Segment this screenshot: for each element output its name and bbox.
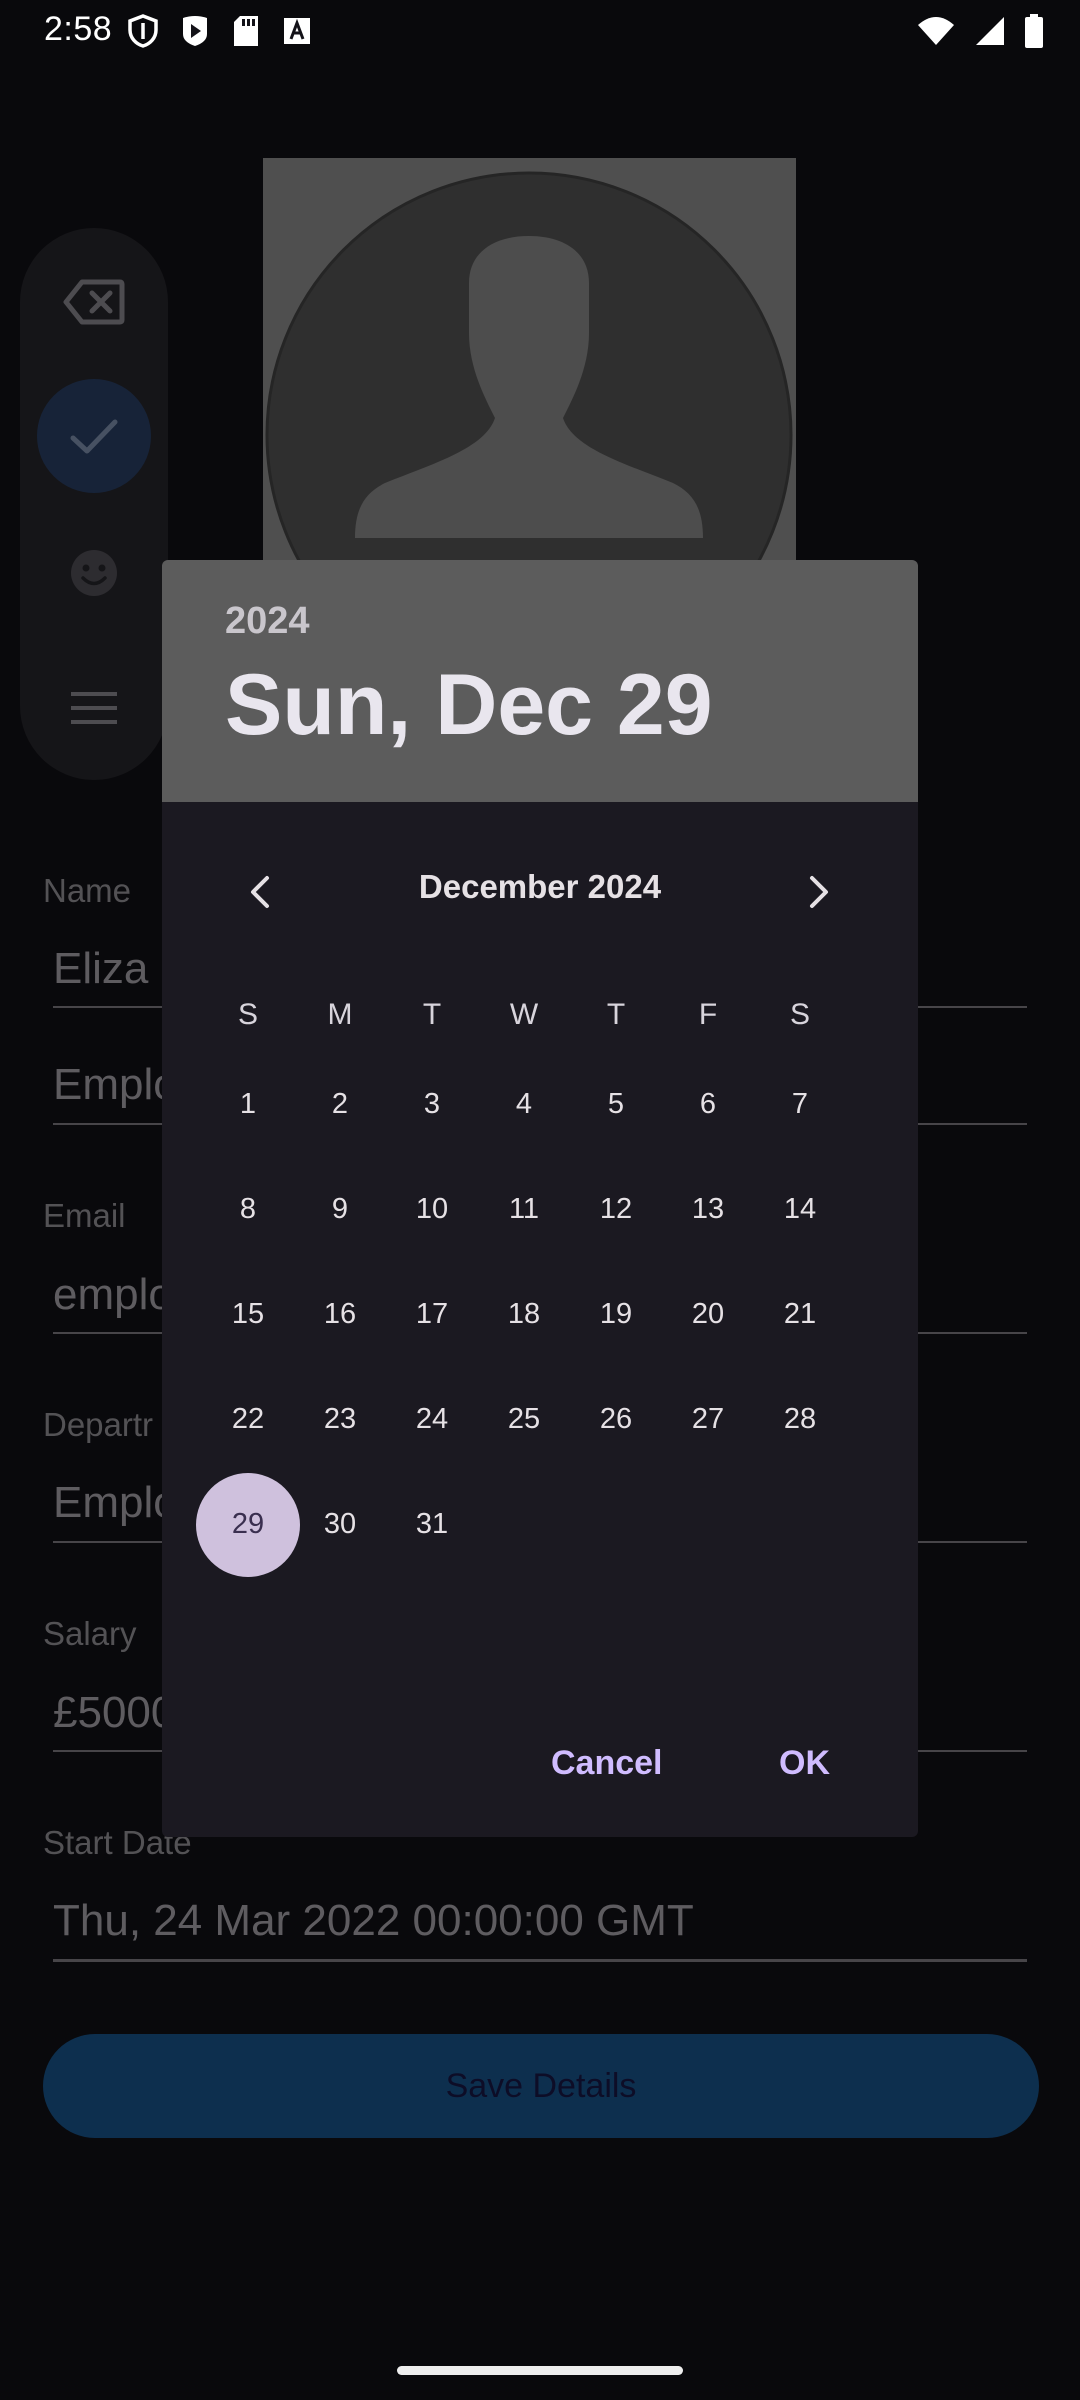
weekday-label: F (698, 998, 718, 1031)
home-indicator[interactable] (397, 2366, 683, 2375)
status-icons-right (916, 14, 1044, 48)
weekday-label: T (422, 998, 442, 1031)
calendar-day[interactable]: 24 (386, 1367, 478, 1472)
calendar-day[interactable]: 1 (202, 1052, 294, 1157)
week-row: 1 2 3 4 5 6 7 (202, 1052, 808, 1157)
calendar-day[interactable]: 27 (662, 1367, 754, 1472)
calendar-day[interactable]: 23 (294, 1367, 386, 1472)
year-selector[interactable]: 2024 (225, 600, 310, 643)
wifi-icon (918, 17, 954, 45)
week-row: 29 30 31 (196, 1472, 754, 1577)
weekday-label: T (606, 998, 626, 1031)
week-row: 8 9 10 11 12 13 14 (202, 1157, 816, 1262)
status-icons-left (128, 14, 312, 48)
calendar-day[interactable]: 15 (202, 1262, 294, 1367)
weekday-label: W (509, 998, 539, 1031)
calendar-day-number: 29 (231, 1508, 265, 1540)
calendar-day[interactable]: 18 (478, 1262, 570, 1367)
battery-icon (1025, 14, 1043, 48)
date-picker-dialog: 2024 Sun, Dec 29 December 2024 S M T W T… (162, 560, 918, 1837)
ok-button[interactable]: OK (779, 1744, 830, 1783)
calendar-day[interactable]: 26 (570, 1367, 662, 1472)
calendar-day-empty (570, 1472, 662, 1577)
calendar-day[interactable]: 14 (754, 1157, 846, 1262)
calendar-day-empty (754, 1472, 846, 1577)
calendar-day-empty (662, 1472, 754, 1577)
font-icon (284, 18, 310, 44)
calendar-day[interactable]: 30 (294, 1472, 386, 1577)
chevron-right-icon (810, 876, 828, 908)
weekday-label: S (789, 998, 810, 1031)
calendar-day[interactable]: 31 (386, 1472, 478, 1577)
selected-date-display: Sun, Dec 29 (225, 657, 713, 753)
calendar-day[interactable]: 5 (570, 1052, 662, 1157)
weekday-label: M (327, 998, 353, 1031)
week-row: 15 16 17 18 19 20 21 (202, 1262, 816, 1367)
shield-icon (128, 14, 158, 48)
calendar-day[interactable]: 28 (754, 1367, 846, 1472)
calendar-day-selected[interactable]: 29 (196, 1472, 300, 1577)
calendar-day[interactable]: 13 (662, 1157, 754, 1262)
calendar-day[interactable]: 3 (386, 1052, 478, 1157)
calendar-day[interactable]: 10 (386, 1157, 478, 1262)
calendar-day[interactable]: 21 (754, 1262, 846, 1367)
calendar-day[interactable]: 4 (478, 1052, 570, 1157)
calendar-day[interactable]: 16 (294, 1262, 386, 1367)
calendar-day[interactable]: 8 (202, 1157, 294, 1262)
calendar-day[interactable]: 9 (294, 1157, 386, 1262)
sd-card-icon (234, 16, 258, 46)
calendar-day[interactable]: 7 (754, 1052, 846, 1157)
next-month-button[interactable] (787, 860, 851, 924)
calendar-day[interactable]: 6 (662, 1052, 754, 1157)
week-row: 22 23 24 25 26 27 28 (202, 1367, 816, 1472)
status-time: 2:58 (44, 10, 113, 48)
calendar-day[interactable]: 2 (294, 1052, 386, 1157)
calendar-day[interactable]: 19 (570, 1262, 662, 1367)
calendar-day[interactable]: 12 (570, 1157, 662, 1262)
weekday-header-row: S M T W T F S (202, 990, 810, 1040)
calendar-day[interactable]: 11 (478, 1157, 570, 1262)
calendar-day[interactable]: 20 (662, 1262, 754, 1367)
play-store-icon (183, 16, 207, 46)
signal-icon (976, 17, 1004, 45)
weekday-label: S (237, 998, 258, 1031)
calendar-day[interactable]: 17 (386, 1262, 478, 1367)
date-picker-header: 2024 Sun, Dec 29 (162, 560, 918, 802)
cancel-button[interactable]: Cancel (551, 1744, 663, 1783)
calendar-grid: S M T W T F S 1 2 3 4 5 6 7 8 9 10 11 12… (196, 990, 816, 1577)
calendar-day[interactable]: 22 (202, 1367, 294, 1472)
calendar-day-empty (478, 1472, 570, 1577)
calendar-day[interactable]: 25 (478, 1367, 570, 1472)
